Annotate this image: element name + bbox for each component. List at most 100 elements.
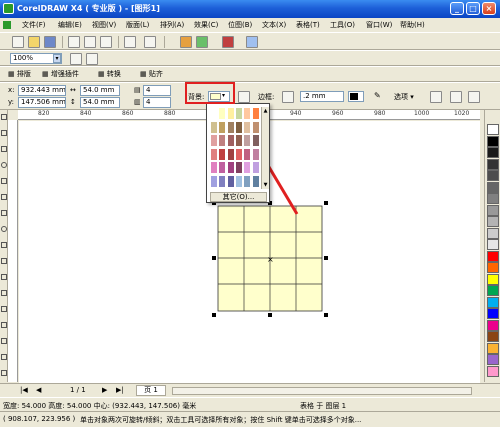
eyedropper-tool-icon[interactable]	[1, 322, 7, 328]
palette-swatch[interactable]	[487, 135, 499, 147]
selection-handle[interactable]	[212, 256, 216, 260]
color-swatch[interactable]	[243, 161, 252, 174]
palette-swatch[interactable]	[487, 354, 499, 365]
palette-swatch[interactable]	[487, 239, 499, 250]
close-button[interactable]: ×	[482, 2, 496, 15]
palette-swatch[interactable]	[487, 227, 499, 239]
color-swatch[interactable]	[210, 134, 218, 147]
color-swatch[interactable]	[251, 134, 260, 147]
menu-effects[interactable]: 效果(C)	[194, 19, 218, 31]
save-icon[interactable]	[44, 36, 56, 48]
scroll-down-icon[interactable]: ▼	[262, 181, 269, 189]
color-swatch[interactable]	[210, 107, 218, 120]
menu-table[interactable]: 表格(T)	[296, 19, 320, 31]
snap-button[interactable]: ▦ 贴齐	[140, 69, 163, 79]
undo-icon[interactable]	[124, 36, 136, 48]
palette-swatch[interactable]	[487, 170, 499, 181]
menu-help[interactable]: 帮助(H)	[400, 19, 425, 31]
last-page-icon[interactable]: ▶|	[116, 386, 124, 394]
color-swatch[interactable]	[243, 147, 252, 161]
color-swatch[interactable]	[218, 174, 227, 188]
color-swatch[interactable]	[226, 120, 235, 134]
pick-tool-icon[interactable]	[1, 114, 7, 120]
cut-icon[interactable]	[68, 36, 80, 48]
color-swatch[interactable]	[243, 120, 252, 134]
palette-swatch[interactable]	[487, 250, 499, 262]
color-swatch[interactable]	[210, 161, 218, 174]
zoom-in-icon[interactable]	[70, 53, 82, 65]
y-position-field[interactable]: 147.506 mm	[18, 97, 66, 108]
color-swatch[interactable]	[234, 120, 243, 134]
outline-tool-icon[interactable]	[1, 338, 7, 344]
first-page-icon[interactable]: |◀	[20, 386, 28, 394]
interactive-fill-tool-icon[interactable]	[1, 370, 7, 376]
color-swatch[interactable]	[218, 120, 227, 134]
palette-swatch[interactable]	[487, 342, 499, 354]
palette-swatch[interactable]	[487, 124, 499, 135]
palette-swatch[interactable]	[487, 216, 499, 227]
color-swatch[interactable]	[251, 107, 260, 120]
palette-swatch[interactable]	[487, 319, 499, 331]
palette-swatch[interactable]	[487, 273, 499, 285]
polygon-tool-icon[interactable]	[1, 242, 7, 248]
open-icon[interactable]	[28, 36, 40, 48]
text-tool-icon[interactable]	[1, 274, 7, 280]
color-swatch[interactable]	[226, 107, 235, 120]
freehand-tool-icon[interactable]	[1, 178, 7, 184]
smart-fill-tool-icon[interactable]	[1, 194, 7, 200]
color-swatch[interactable]	[234, 107, 243, 120]
menu-view[interactable]: 视图(V)	[92, 19, 116, 31]
color-swatch[interactable]	[226, 161, 235, 174]
maximize-button[interactable]: □	[466, 2, 480, 15]
color-swatch[interactable]	[243, 107, 252, 120]
page-tab[interactable]: 页 1	[136, 385, 166, 396]
selection-handle[interactable]	[324, 256, 328, 260]
palette-swatch[interactable]	[487, 262, 499, 273]
shape-tool-icon[interactable]	[1, 130, 7, 136]
menu-tools[interactable]: 工具(O)	[330, 19, 355, 31]
next-page-icon[interactable]: ▶	[102, 386, 107, 394]
palette-swatch[interactable]	[487, 296, 499, 308]
vertical-ruler[interactable]	[8, 120, 18, 382]
color-swatch[interactable]	[218, 161, 227, 174]
other-colors-button[interactable]: 其它(O)...	[210, 192, 267, 202]
border-select-icon[interactable]	[282, 91, 294, 103]
edit-fill-icon[interactable]	[238, 91, 250, 103]
color-swatch[interactable]	[226, 147, 235, 161]
ellipse-tool-icon[interactable]	[1, 226, 7, 232]
color-swatch[interactable]	[251, 174, 260, 188]
menu-file[interactable]: 文件(F)	[22, 19, 46, 31]
menu-text[interactable]: 文本(X)	[262, 19, 286, 31]
minimize-button[interactable]: _	[450, 2, 464, 15]
color-swatch[interactable]	[218, 107, 227, 120]
horizontal-scrollbar[interactable]	[172, 387, 472, 395]
enhance-plugin-button[interactable]: ▦ 增强插件	[42, 69, 79, 79]
palette-swatch[interactable]	[487, 181, 499, 193]
columns-field[interactable]: 4	[143, 97, 171, 108]
color-swatch[interactable]	[251, 147, 260, 161]
border-width-select[interactable]: .2 mm	[300, 91, 344, 102]
new-icon[interactable]	[12, 36, 24, 48]
palette-swatch[interactable]	[487, 193, 499, 204]
table-tool-icon[interactable]	[1, 290, 7, 296]
color-swatch[interactable]	[243, 134, 252, 147]
copy-icon[interactable]	[84, 36, 96, 48]
color-swatch[interactable]	[234, 134, 243, 147]
selection-handle[interactable]	[268, 313, 272, 317]
zoom-tool-icon[interactable]	[1, 162, 7, 168]
palette-swatch[interactable]	[487, 365, 499, 377]
paste-icon[interactable]	[100, 36, 112, 48]
color-swatch[interactable]	[234, 147, 243, 161]
picker-scrollbar[interactable]: ▲ ▼	[261, 107, 269, 189]
palette-swatch[interactable]	[487, 331, 499, 342]
color-swatch[interactable]	[210, 174, 218, 188]
rows-field[interactable]: 4	[143, 85, 171, 96]
zoom-out-icon[interactable]	[86, 53, 98, 65]
color-swatch[interactable]	[218, 147, 227, 161]
welcome-screen-icon[interactable]	[246, 36, 258, 48]
pen-icon[interactable]: ✎	[374, 91, 381, 100]
fill-tool-icon[interactable]	[1, 354, 7, 360]
color-swatch[interactable]	[210, 120, 218, 134]
split-cells-icon[interactable]	[430, 91, 442, 103]
merge-cells-icon[interactable]	[450, 91, 462, 103]
